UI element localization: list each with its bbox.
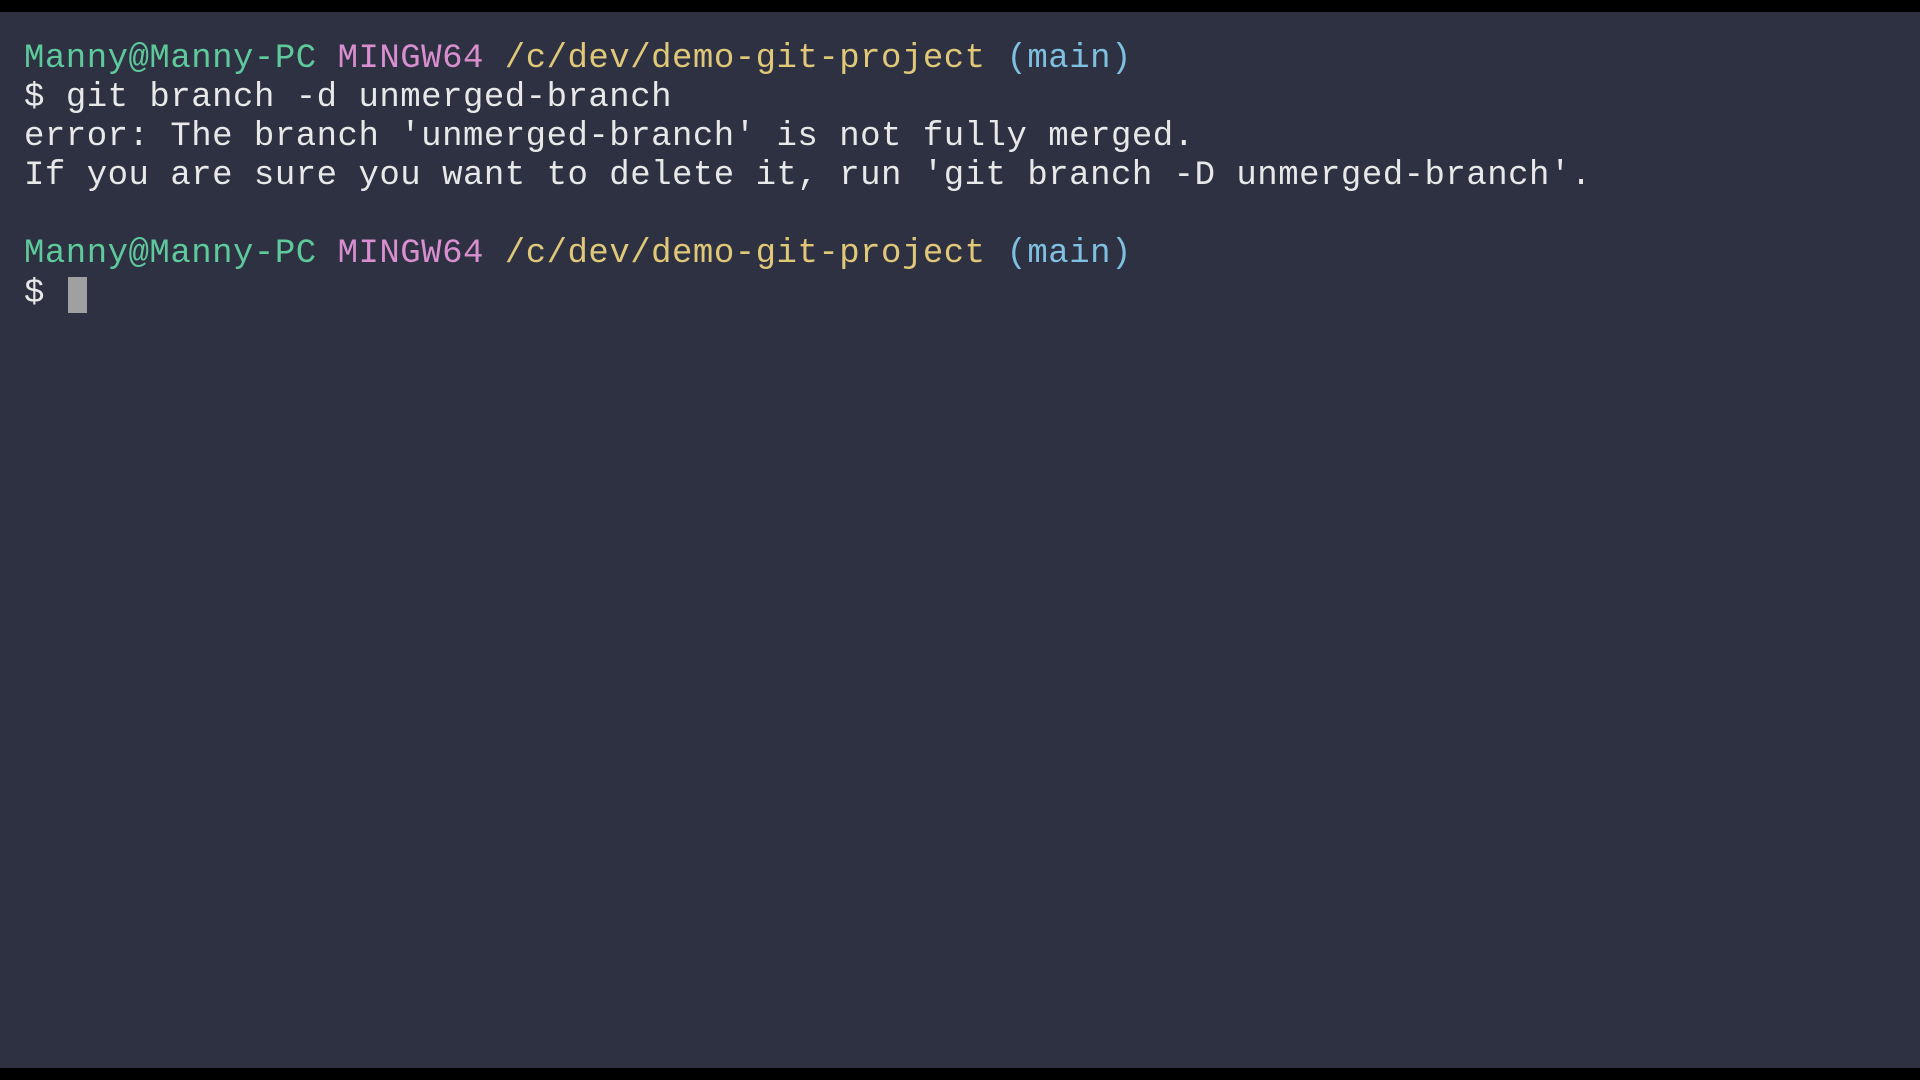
git-branch: (main) xyxy=(1006,235,1131,273)
command-text: git branch -d unmerged-branch xyxy=(66,79,672,117)
output-line-1: error: The branch 'unmerged-branch' is n… xyxy=(24,118,1896,157)
user-host: Manny@Manny-PC xyxy=(24,235,317,273)
prompt-line-1: Manny@Manny-PC MINGW64 /c/dev/demo-git-p… xyxy=(24,40,1896,79)
prompt-line-2: Manny@Manny-PC MINGW64 /c/dev/demo-git-p… xyxy=(24,235,1896,274)
cwd-path: /c/dev/demo-git-project xyxy=(505,40,986,78)
cwd-path: /c/dev/demo-git-project xyxy=(505,235,986,273)
cursor-icon xyxy=(68,277,87,313)
mingw-label: MINGW64 xyxy=(338,235,484,273)
prompt-symbol: $ xyxy=(24,79,45,117)
user-host: Manny@Manny-PC xyxy=(24,40,317,78)
command-line-1: $ git branch -d unmerged-branch xyxy=(24,79,1896,118)
output-line-2: If you are sure you want to delete it, r… xyxy=(24,157,1896,196)
prompt-symbol: $ xyxy=(24,275,45,313)
blank-line xyxy=(24,196,1896,235)
git-branch: (main) xyxy=(1006,40,1131,78)
terminal-window[interactable]: Manny@Manny-PC MINGW64 /c/dev/demo-git-p… xyxy=(0,12,1920,1068)
mingw-label: MINGW64 xyxy=(338,40,484,78)
command-line-2[interactable]: $ xyxy=(24,275,1896,314)
